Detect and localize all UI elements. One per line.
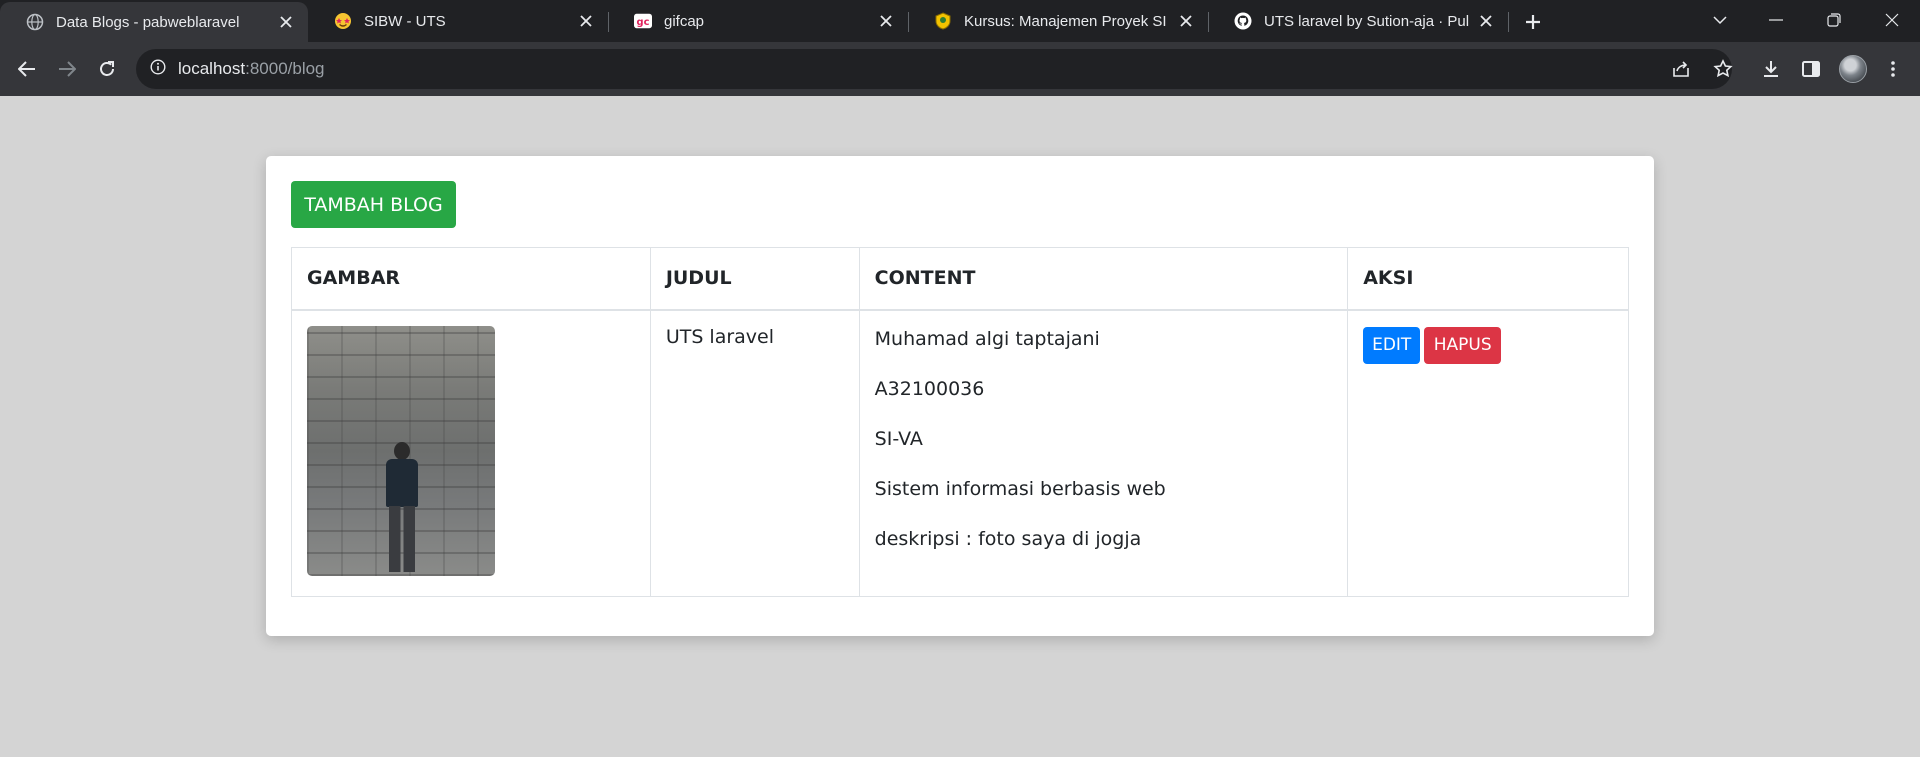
svg-text:gc: gc (637, 17, 650, 28)
minimize-icon[interactable] (1748, 0, 1804, 40)
blog-photo (307, 325, 495, 576)
tab-gifcap[interactable]: gc gifcap (608, 0, 908, 42)
back-arrow-icon[interactable] (10, 52, 44, 86)
add-blog-button[interactable]: TAMBAH BLOG (291, 181, 456, 228)
tab-github-pr[interactable]: UTS laravel by Sution-aja · Pull R (1208, 0, 1508, 42)
tab-title: SIBW - UTS (364, 12, 446, 30)
action-buttons: EDIT HAPUS (1363, 326, 1613, 364)
address-bar[interactable]: localhost:8000/blog (136, 49, 1732, 89)
restore-window-icon[interactable] (1806, 0, 1862, 40)
tab-kursus[interactable]: Kursus: Manajemen Proyek SI SI (908, 0, 1208, 42)
tab-title: gifcap (664, 12, 705, 30)
table-header-row: GAMBAR JUDUL CONTENT AKSI (291, 247, 1629, 311)
close-tab-icon[interactable] (1476, 11, 1496, 31)
new-tab-plus-icon[interactable] (1520, 9, 1546, 35)
tab-separator (1508, 12, 1509, 32)
content-line: SI-VA (874, 427, 923, 450)
column-header-gambar: GAMBAR (291, 247, 651, 311)
close-tab-icon[interactable] (876, 11, 896, 31)
image-cell (291, 309, 651, 597)
share-icon[interactable] (1664, 52, 1698, 86)
close-tab-icon[interactable] (276, 12, 296, 32)
content-line: Muhamad algi taptajani (874, 327, 1100, 350)
avatar (1839, 55, 1867, 83)
close-tab-icon[interactable] (1176, 11, 1196, 31)
menu-kebab-icon[interactable] (1876, 52, 1910, 86)
side-panel-icon[interactable] (1794, 52, 1828, 86)
edit-button[interactable]: EDIT (1363, 326, 1421, 364)
content-line: A32100036 (874, 377, 985, 400)
github-icon (1234, 12, 1252, 30)
bookmark-star-icon[interactable] (1706, 52, 1740, 86)
gifcap-logo-icon: gc (634, 12, 652, 30)
url-text: localhost:8000/blog (178, 59, 325, 79)
url-path: :8000/blog (245, 59, 325, 78)
blog-table: GAMBAR JUDUL CONTENT AKSI UTS laravel Mu… (291, 247, 1629, 597)
tab-data-blogs[interactable]: Data Blogs - pabweblaravel (0, 2, 308, 42)
site-info-icon[interactable] (150, 58, 166, 80)
url-host: localhost (178, 59, 246, 78)
column-header-judul: JUDUL (649, 247, 860, 311)
tab-search-chevron-down-icon[interactable] (1692, 0, 1748, 40)
tab-title: Kursus: Manajemen Proyek SI SI (964, 12, 1170, 30)
reload-icon[interactable] (90, 52, 124, 86)
tab-title: UTS laravel by Sution-aja · Pull R (1264, 12, 1470, 30)
delete-button[interactable]: HAPUS (1424, 326, 1502, 364)
download-icon[interactable] (1754, 52, 1788, 86)
tab-strip: Data Blogs - pabweblaravel SIBW - UTS gc… (0, 0, 1920, 42)
close-window-icon[interactable] (1864, 0, 1920, 40)
content-line: Sistem informasi berbasis web (874, 477, 1166, 500)
university-crest-icon (934, 12, 952, 30)
column-header-content: CONTENT (858, 247, 1349, 311)
tab-title: Data Blogs - pabweblaravel (56, 13, 240, 31)
action-cell: EDIT HAPUS (1347, 309, 1629, 597)
table-row: UTS laravel Muhamad algi taptajani A3210… (291, 309, 1629, 597)
star-struck-emoji-icon (334, 12, 352, 30)
content-line: deskripsi : foto saya di jogja (874, 527, 1142, 550)
blog-card: TAMBAH BLOG GAMBAR JUDUL CONTENT AKSI UT… (266, 156, 1654, 636)
column-header-aksi: AKSI (1347, 247, 1629, 311)
close-tab-icon[interactable] (576, 11, 596, 31)
forward-arrow-icon[interactable] (50, 52, 84, 86)
tab-sibw-uts[interactable]: SIBW - UTS (308, 0, 608, 42)
content-cell: Muhamad algi taptajani A32100036 SI-VA S… (858, 309, 1349, 597)
globe-icon (26, 13, 44, 31)
browser-toolbar: localhost:8000/blog (0, 42, 1920, 96)
title-cell: UTS laravel (649, 309, 860, 597)
profile-avatar[interactable] (1836, 52, 1870, 86)
